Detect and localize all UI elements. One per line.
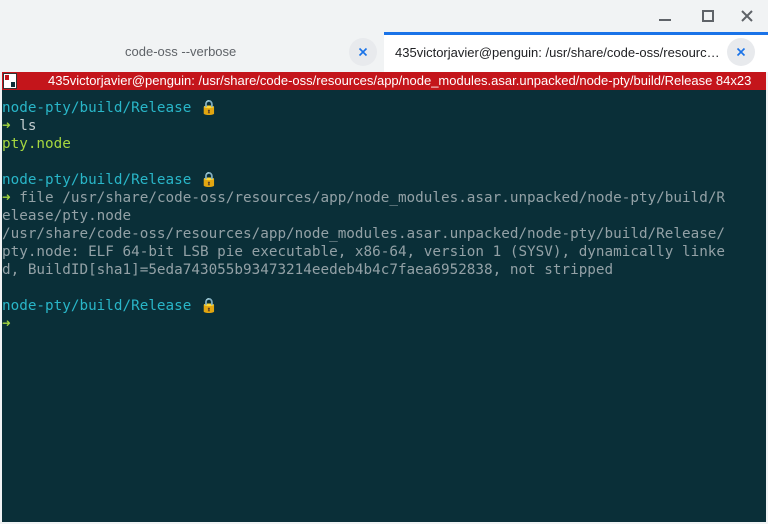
- prompt-arrow-icon: ➜: [2, 190, 11, 206]
- prompt-line: node-pty/build/Release 🔒: [2, 99, 766, 117]
- prompt-arrow-icon: ➜: [2, 316, 11, 332]
- command-text: file /usr/share/code-oss/resources/app/n…: [19, 190, 726, 206]
- tab-close-button[interactable]: [727, 38, 755, 66]
- prompt-path: node-pty/build/Release: [2, 172, 192, 188]
- prompt-path: node-pty/build/Release: [2, 100, 192, 116]
- maximize-icon: [702, 10, 714, 22]
- prompt-line: node-pty/build/Release 🔒: [2, 297, 766, 315]
- tab-label: code-oss --verbose: [125, 44, 237, 59]
- output-line: /usr/share/code-oss/resources/app/node_m…: [2, 226, 726, 242]
- tab-label: 435victorjavier@penguin: /usr/share/code…: [395, 45, 721, 60]
- close-window-button[interactable]: [735, 6, 759, 26]
- tab-code-oss-verbose[interactable]: code-oss --verbose: [0, 32, 384, 72]
- lock-icon: 🔒: [199, 172, 218, 188]
- tab-strip: code-oss --verbose 435victorjavier@pengu…: [0, 32, 768, 72]
- close-icon: [736, 47, 746, 57]
- terminal-app-icon: [3, 73, 17, 89]
- command-line: ➜ ls: [2, 117, 766, 135]
- window-caption: [0, 0, 768, 32]
- lock-icon: 🔒: [199, 100, 218, 116]
- command-wrap-line: elease/pty.node: [2, 208, 132, 224]
- output-line: pty.node: [2, 136, 71, 152]
- output-line: d, BuildID[sha1]=5eda743055b93473214eede…: [2, 262, 614, 278]
- command-line-current[interactable]: ➜: [2, 315, 766, 333]
- prompt-path: node-pty/build/Release: [2, 298, 192, 314]
- prompt-arrow-icon: ➜: [2, 118, 11, 134]
- minimize-icon: [659, 19, 671, 21]
- prompt-line: node-pty/build/Release 🔒: [2, 171, 766, 189]
- tab-close-button[interactable]: [349, 38, 377, 66]
- command-text: ls: [19, 118, 37, 134]
- close-icon: [358, 47, 368, 57]
- maximize-button[interactable]: [696, 6, 720, 26]
- terminal-titlebar: 435victorjavier@penguin: /usr/share/code…: [2, 72, 766, 90]
- minimize-button[interactable]: [653, 6, 677, 26]
- close-icon: [741, 10, 753, 22]
- terminal-title: 435victorjavier@penguin: /usr/share/code…: [48, 73, 752, 88]
- terminal-window[interactable]: 435victorjavier@penguin: /usr/share/code…: [2, 72, 766, 522]
- lock-icon: 🔒: [199, 298, 218, 314]
- terminal-output: node-pty/build/Release 🔒 ➜ ls pty.node n…: [2, 99, 766, 333]
- output-line: pty.node: ELF 64-bit LSB pie executable,…: [2, 244, 726, 260]
- command-line: ➜ file /usr/share/code-oss/resources/app…: [2, 189, 766, 207]
- tab-terminal-release[interactable]: 435victorjavier@penguin: /usr/share/code…: [384, 32, 768, 72]
